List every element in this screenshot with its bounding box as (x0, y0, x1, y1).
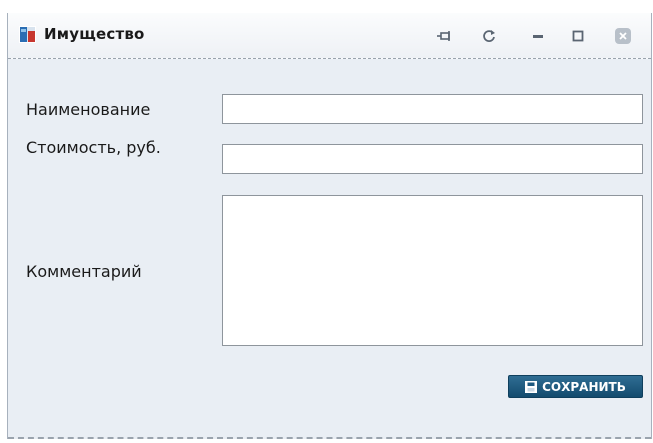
save-button-label: СОХРАНИТЬ (542, 379, 626, 394)
comment-textarea[interactable] (222, 195, 643, 346)
name-label: Наименование (26, 100, 151, 119)
window-titlebar[interactable]: Имущество (8, 13, 651, 59)
save-button[interactable]: СОХРАНИТЬ (508, 375, 643, 398)
floppy-disk-icon (525, 380, 538, 393)
property-window: Имущество Наименование Стоимость, руб. К… (7, 13, 652, 439)
form-body: Наименование Стоимость, руб. Комментарий… (8, 59, 651, 433)
minimize-icon[interactable] (529, 27, 547, 45)
refresh-icon[interactable] (480, 27, 498, 45)
comment-label: Комментарий (26, 262, 142, 281)
cost-label: Стоимость, руб. (26, 138, 161, 157)
window-title: Имущество (44, 25, 145, 43)
property-icon (19, 26, 36, 43)
maximize-icon[interactable] (569, 27, 587, 45)
name-input[interactable] (222, 94, 643, 124)
cost-input[interactable] (222, 144, 643, 174)
close-icon[interactable] (614, 27, 632, 45)
window-bottom-border (8, 437, 651, 439)
pin-icon[interactable] (435, 27, 453, 45)
